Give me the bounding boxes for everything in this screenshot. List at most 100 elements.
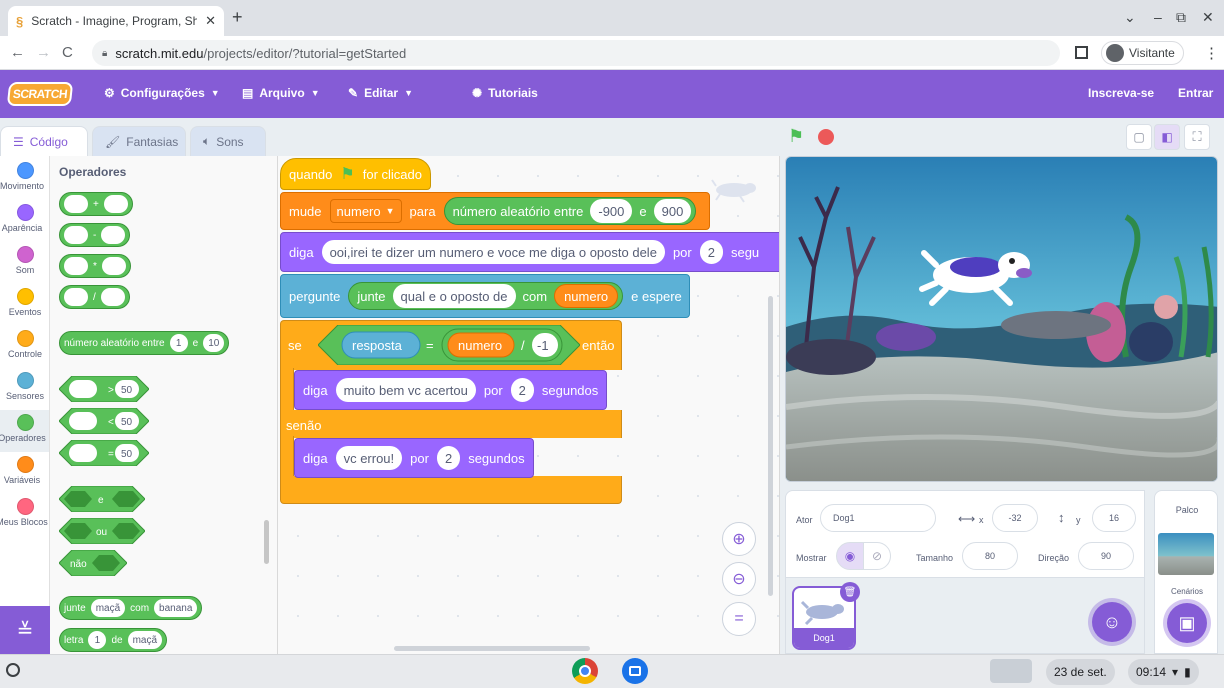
answer-reporter[interactable]: resposta <box>352 338 403 353</box>
random-from-input[interactable]: 1 <box>169 334 188 352</box>
stage-thumbnail[interactable] <box>1158 533 1214 575</box>
if-divisor-input[interactable]: -1 <box>537 338 549 353</box>
new-tab-icon[interactable]: + <box>232 7 243 28</box>
url-field[interactable]: 🔒︎ scratch.mit.edu/projects/editor/?tuto… <box>92 40 1060 66</box>
random-reporter[interactable]: número aleatório entre -900 e 900 <box>443 197 697 225</box>
browser-tab[interactable]: § Scratch - Imagine, Program, Sha ✕ <box>8 6 224 36</box>
show-hidden-button[interactable]: ⊘ <box>863 542 891 570</box>
if-numero-reporter[interactable]: numero <box>458 338 502 353</box>
large-stage-button[interactable]: ◧ <box>1154 124 1180 150</box>
add-block[interactable]: + <box>59 192 133 216</box>
y-field[interactable]: 16 <box>1092 504 1136 532</box>
equals-block[interactable]: = 50 <box>59 440 149 466</box>
category-3[interactable]: Eventos <box>0 284 49 326</box>
category-7[interactable]: Variáveis <box>0 452 49 494</box>
signin-button[interactable]: Entrar <box>1178 86 1213 100</box>
tutorials-button[interactable]: ✺ Tutoriais <box>472 86 538 100</box>
edit-menu[interactable]: ✎ Editar ▼ <box>348 86 413 100</box>
direction-field[interactable]: 90 <box>1078 542 1134 570</box>
restore-icon[interactable]: ⧉ <box>1176 9 1186 26</box>
join-reporter[interactable]: junte qual e o oposto de com numero <box>348 282 624 310</box>
code-area[interactable]: quando ⚑ for clicado mude numero ▼ para … <box>278 156 780 654</box>
rand-min-input[interactable]: -900 <box>590 199 633 223</box>
sprite-name-field[interactable]: Dog1 <box>820 504 936 532</box>
profile-button[interactable]: Visitante <box>1101 41 1184 65</box>
say2-message-input[interactable]: muito bem vc acertou <box>335 378 476 402</box>
category-1[interactable]: Aparência <box>0 200 49 242</box>
delete-sprite-button[interactable]: 🗑︎ <box>840 582 860 602</box>
say3-secs-input[interactable]: 2 <box>436 446 461 470</box>
less-than-block[interactable]: < 50 <box>59 408 149 434</box>
add-extension-button[interactable]: ≚ <box>0 606 50 654</box>
tab-search-icon[interactable]: ⌄ <box>1124 9 1136 26</box>
not-block[interactable]: não <box>59 550 127 576</box>
close-window-icon[interactable]: ✕ <box>1202 9 1214 26</box>
choose-sprite-button[interactable]: ☺ <box>1092 602 1132 642</box>
random-to-input[interactable]: 10 <box>203 334 225 352</box>
say3-message-input[interactable]: vc errou! <box>335 446 403 470</box>
green-flag-icon[interactable]: ⚑ <box>788 126 804 147</box>
greater-than-block[interactable]: > 50 <box>59 376 149 402</box>
equals-condition[interactable]: resposta = numero / -1 <box>318 325 580 365</box>
reload-icon[interactable]: C <box>62 44 73 61</box>
fullscreen-button[interactable]: ⛶ <box>1184 124 1210 150</box>
category-6[interactable]: Operadores <box>0 410 49 452</box>
tab-code[interactable]: ☰ Código <box>0 126 88 156</box>
choose-backdrop-button[interactable]: ▣ <box>1167 603 1207 643</box>
launcher-icon[interactable] <box>6 663 20 677</box>
palette-scrollbar[interactable] <box>264 520 269 564</box>
subtract-block[interactable]: - <box>59 223 131 247</box>
say-message-input[interactable]: ooi,irei te dizer um numero e voce me di… <box>321 240 665 264</box>
stop-icon[interactable] <box>818 129 834 145</box>
category-4[interactable]: Controle <box>0 326 49 368</box>
show-visible-button[interactable]: ◉ <box>836 542 864 570</box>
scratch-logo[interactable]: SCRATCH <box>6 82 74 106</box>
letter-word-input[interactable]: maçã <box>127 631 163 649</box>
zoom-reset-button[interactable]: = <box>722 602 756 636</box>
minimize-icon[interactable]: – <box>1154 9 1162 25</box>
file-menu[interactable]: ▤ Arquivo ▼ <box>242 86 320 100</box>
sidepanel-icon[interactable] <box>1075 46 1088 59</box>
zoom-in-button[interactable]: ⊕ <box>722 522 756 556</box>
zoom-out-button[interactable]: ⊖ <box>722 562 756 596</box>
settings-menu[interactable]: ⚙ Configurações ▼ <box>104 86 220 100</box>
say-wrong-block[interactable]: diga vc errou! por 2 segundos <box>294 438 534 478</box>
category-2[interactable]: Som <box>0 242 49 284</box>
join-block[interactable]: junte maçã com banana <box>59 596 203 620</box>
browser-menu-icon[interactable]: ⋮ <box>1204 44 1219 62</box>
chrome-icon[interactable] <box>572 658 598 684</box>
join-b-input[interactable]: banana <box>154 599 198 617</box>
join-button[interactable]: Inscreva-se <box>1088 86 1154 100</box>
category-5[interactable]: Sensores <box>0 368 49 410</box>
tab-sounds[interactable]: 🔈︎ Sons <box>190 126 266 156</box>
set-variable-block[interactable]: mude numero ▼ para número aleatório entr… <box>280 192 710 230</box>
multiply-block[interactable]: * <box>59 254 131 278</box>
numero-reporter[interactable]: numero <box>554 284 619 308</box>
divide-block[interactable]: / <box>59 285 130 309</box>
say-correct-block[interactable]: diga muito bem vc acertou por 2 segundos <box>294 370 608 410</box>
say-for-secs-block[interactable]: diga ooi,irei te dizer um numero e voce … <box>280 232 779 272</box>
ask-text-input[interactable]: qual e o oposto de <box>392 284 516 308</box>
close-tab-icon[interactable]: ✕ <box>205 13 216 29</box>
status-tray[interactable]: 09:14 ▾ ▮ <box>1128 659 1199 685</box>
code-vertical-scrollbar[interactable] <box>768 296 773 596</box>
size-field[interactable]: 80 <box>962 542 1018 570</box>
rand-max-input[interactable]: 900 <box>653 199 692 223</box>
ask-and-wait-block[interactable]: pergunte junte qual e o oposto de com nu… <box>280 274 690 318</box>
files-icon[interactable] <box>622 658 648 684</box>
join-a-input[interactable]: maçã <box>90 599 126 617</box>
say2-secs-input[interactable]: 2 <box>510 378 534 402</box>
back-icon[interactable]: ← <box>10 44 25 61</box>
and-block[interactable]: e <box>59 486 145 512</box>
small-stage-button[interactable]: ▢ <box>1126 124 1152 150</box>
category-8[interactable]: Meus Blocos <box>0 494 49 536</box>
stage-canvas[interactable] <box>785 156 1218 482</box>
holding-space-icon[interactable] <box>990 659 1032 683</box>
when-flag-clicked-block[interactable]: quando ⚑ for clicado <box>280 158 431 190</box>
date-pill[interactable]: 23 de set. <box>1046 659 1115 685</box>
forward-icon[interactable]: → <box>36 44 51 61</box>
x-field[interactable]: -32 <box>992 504 1038 532</box>
tab-costumes[interactable]: 🖌︎ Fantasias <box>92 126 186 156</box>
code-horizontal-scrollbar[interactable] <box>394 646 590 651</box>
category-0[interactable]: Movimento <box>0 158 49 200</box>
